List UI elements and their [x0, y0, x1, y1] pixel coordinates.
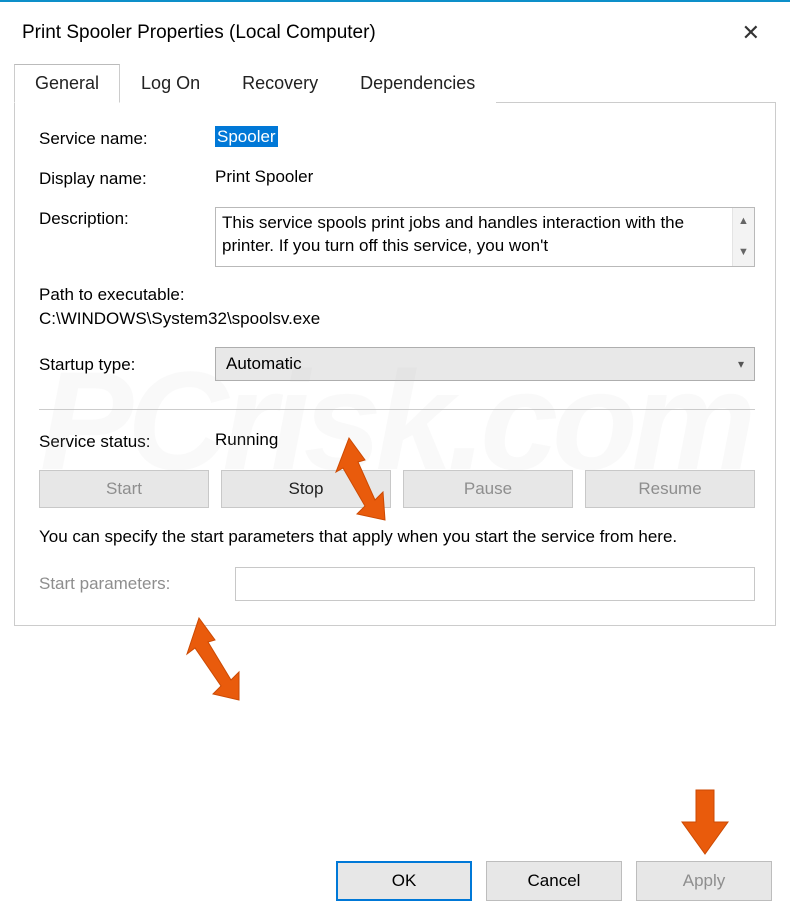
scrollbar[interactable]: ▲ ▼ [732, 208, 754, 266]
start-button[interactable]: Start [39, 470, 209, 508]
pause-button[interactable]: Pause [403, 470, 573, 508]
value-path: C:\WINDOWS\System32\spoolsv.exe [39, 309, 755, 329]
value-description: This service spools print jobs and handl… [222, 212, 748, 258]
note-text: You can specify the start parameters tha… [39, 526, 755, 549]
resume-button[interactable]: Resume [585, 470, 755, 508]
value-service-status: Running [215, 430, 755, 450]
window-title: Print Spooler Properties (Local Computer… [22, 22, 376, 44]
label-startup-type: Startup type: [39, 353, 215, 375]
ok-button[interactable]: OK [336, 861, 472, 901]
apply-button[interactable]: Apply [636, 861, 772, 901]
label-display-name: Display name: [39, 167, 215, 189]
start-parameters-input[interactable] [235, 567, 755, 601]
label-service-status: Service status: [39, 430, 215, 452]
label-description: Description: [39, 207, 215, 229]
value-service-name: Spooler [215, 126, 278, 147]
description-textbox[interactable]: This service spools print jobs and handl… [215, 207, 755, 267]
tab-general[interactable]: General [14, 64, 120, 103]
tab-recovery[interactable]: Recovery [221, 64, 339, 103]
stop-button[interactable]: Stop [221, 470, 391, 508]
tab-log-on[interactable]: Log On [120, 64, 221, 103]
dialog-footer: OK Cancel Apply [0, 861, 790, 901]
startup-type-select[interactable]: Automatic ▾ [215, 347, 755, 381]
scroll-down-icon[interactable]: ▼ [738, 245, 749, 260]
label-start-parameters: Start parameters: [39, 574, 235, 594]
value-display-name: Print Spooler [215, 167, 755, 187]
cancel-button[interactable]: Cancel [486, 861, 622, 901]
close-icon[interactable]: ✕ [734, 18, 768, 48]
tab-strip: General Log On Recovery Dependencies [14, 64, 776, 103]
label-path: Path to executable: [39, 285, 755, 305]
label-service-name: Service name: [39, 127, 215, 149]
startup-type-value: Automatic [226, 354, 302, 374]
tab-dependencies[interactable]: Dependencies [339, 64, 496, 103]
scroll-up-icon[interactable]: ▲ [738, 214, 749, 229]
annotation-arrow-icon [676, 788, 734, 856]
chevron-down-icon: ▾ [738, 357, 744, 371]
separator [39, 409, 755, 410]
titlebar: Print Spooler Properties (Local Computer… [0, 2, 790, 64]
general-panel: Service name: Spooler Display name: Prin… [14, 103, 776, 626]
